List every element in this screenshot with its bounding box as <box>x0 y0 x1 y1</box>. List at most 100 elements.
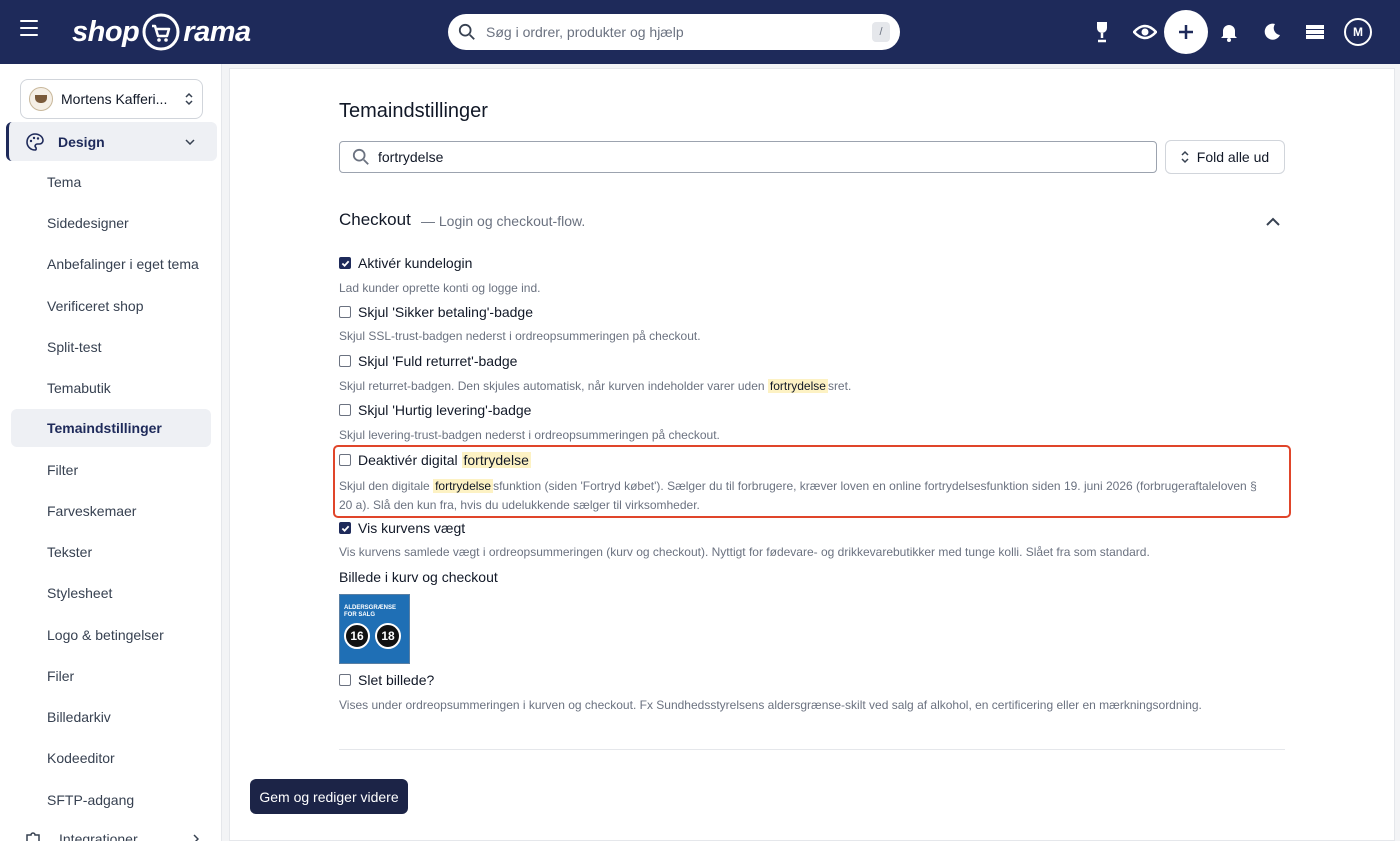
checkbox-hide-full-return[interactable] <box>339 355 351 367</box>
sidebar-item-farveskemaer[interactable]: Farveskemaer <box>11 492 211 530</box>
updown-chevron-icon <box>185 92 193 106</box>
section-subtitle: — Login og checkout-flow. <box>421 213 586 229</box>
sidebar: Mortens Kafferi... Design Tema Sidedesig… <box>0 64 222 841</box>
age-badge-18: 18 <box>375 623 401 649</box>
option-customer-login: Aktivér kundelogin <box>339 255 472 271</box>
image-field-label: Billede i kurv og checkout <box>339 569 498 585</box>
option-hide-fast-delivery: Skjul 'Hurtig levering'-badge <box>339 402 531 418</box>
sidebar-item-tekster[interactable]: Tekster <box>11 533 211 571</box>
option-label: Aktivér kundelogin <box>358 255 473 271</box>
age-badge-16: 16 <box>344 623 370 649</box>
section-title: Checkout <box>339 210 411 229</box>
divider <box>339 749 1285 750</box>
top-bar: shop rama Søg i ordrer, produkter og hjæ… <box>0 0 1400 64</box>
check-icon <box>341 525 349 532</box>
hamburger-icon[interactable] <box>20 20 44 44</box>
option-show-cart-weight: Vis kurvens vægt <box>339 520 465 536</box>
search-match: fortrydelse <box>461 452 531 468</box>
expand-icon <box>1181 150 1189 164</box>
plus-icon[interactable] <box>1164 10 1208 54</box>
option-label: Skjul 'Fuld returret'-badge <box>358 353 518 369</box>
help-text: Skjul den digitale <box>339 479 434 493</box>
image-thumbnail[interactable]: ALDERSGRÆNSE FOR SALG 16 18 <box>339 594 410 664</box>
sidebar-item-split-test[interactable]: Split-test <box>11 328 211 366</box>
chevron-up-icon[interactable] <box>1264 213 1282 231</box>
shop-logo[interactable]: shop rama <box>72 10 251 54</box>
sidebar-section-integrationer[interactable]: Integrationer <box>24 824 199 841</box>
logo-text-left: shop <box>72 15 140 48</box>
fold-all-button[interactable]: Fold alle ud <box>1165 140 1285 174</box>
thumbnail-caption: ALDERSGRÆNSE FOR SALG <box>344 605 397 618</box>
search-shortcut: / <box>872 22 890 42</box>
sidebar-item-filter[interactable]: Filter <box>11 451 211 489</box>
checkbox-disable-digital-withdrawal[interactable] <box>339 454 351 466</box>
option-disable-digital-withdrawal: Deaktivér digital fortrydelse <box>339 452 531 468</box>
option-help: Vises under ordreopsummeringen i kurven … <box>339 698 1202 712</box>
eye-icon[interactable] <box>1123 10 1167 54</box>
shop-avatar <box>29 87 53 111</box>
option-label: Skjul 'Sikker betaling'-badge <box>358 304 533 320</box>
avatar: M <box>1344 18 1372 46</box>
cart-logo-icon <box>142 13 180 51</box>
stack-icon[interactable] <box>1293 10 1337 54</box>
sidebar-item-kodeeditor[interactable]: Kodeeditor <box>11 739 211 777</box>
sidebar-section-label: Integrationer <box>59 831 138 841</box>
option-help: Skjul returret-badgen. Den skjules autom… <box>339 379 851 393</box>
trophy-icon[interactable] <box>1080 10 1124 54</box>
option-label: Skjul 'Hurtig levering'-badge <box>358 402 532 418</box>
option-delete-image: Slet billede? <box>339 672 434 688</box>
filter-value: fortrydelse <box>378 149 444 165</box>
sidebar-item-sidedesigner[interactable]: Sidedesigner <box>11 204 211 242</box>
help-text: 20 a). Slå den kun fra, hvis du udelukke… <box>339 498 700 512</box>
option-hide-full-return: Skjul 'Fuld returret'-badge <box>339 353 517 369</box>
sidebar-item-tema[interactable]: Tema <box>11 163 211 201</box>
bell-icon[interactable] <box>1207 10 1251 54</box>
global-search-input[interactable]: Søg i ordrer, produkter og hjælp / <box>448 14 900 50</box>
search-placeholder: Søg i ordrer, produkter og hjælp <box>486 24 684 40</box>
search-match: fortrydelse <box>433 479 494 493</box>
save-and-continue-button[interactable]: Gem og rediger videre <box>250 779 408 814</box>
sidebar-item-anbefalinger[interactable]: Anbefalinger i eget tema <box>11 245 211 283</box>
option-help: Skjul levering-trust-badgen nederst i or… <box>339 428 720 442</box>
check-icon <box>341 260 349 267</box>
shop-selector[interactable]: Mortens Kafferi... <box>20 79 203 119</box>
checkbox-hide-secure-payment[interactable] <box>339 306 351 318</box>
sidebar-item-filer[interactable]: Filer <box>11 657 211 695</box>
checkbox-delete-image[interactable] <box>339 674 351 686</box>
sidebar-section-design[interactable]: Design <box>6 122 217 161</box>
help-text: sret. <box>827 379 852 393</box>
moon-icon[interactable] <box>1250 10 1294 54</box>
chevron-right-icon <box>193 834 199 841</box>
account-button[interactable]: M <box>1336 10 1380 54</box>
search-match: fortrydelse <box>767 379 828 393</box>
shop-name: Mortens Kafferi... <box>61 91 168 107</box>
sidebar-item-stylesheet[interactable]: Stylesheet <box>11 574 211 612</box>
help-text: sfunktion (siden 'Fortryd købet'). Sælge… <box>493 479 1257 493</box>
palette-icon <box>26 132 44 151</box>
sidebar-item-sftp-adgang[interactable]: SFTP-adgang <box>11 781 211 819</box>
fold-all-label: Fold alle ud <box>1196 149 1270 165</box>
sidebar-item-logo-betingelser[interactable]: Logo & betingelser <box>11 616 211 654</box>
settings-filter-input[interactable]: fortrydelse <box>339 141 1157 173</box>
sidebar-item-billedarkiv[interactable]: Billedarkiv <box>11 698 211 736</box>
checkbox-customer-login[interactable] <box>339 257 351 269</box>
checkbox-show-cart-weight[interactable] <box>339 522 351 534</box>
search-icon <box>458 23 475 40</box>
chevron-down-icon <box>185 138 195 145</box>
puzzle-icon <box>26 832 40 841</box>
option-hide-secure-payment: Skjul 'Sikker betaling'-badge <box>339 304 533 320</box>
page-title: Temaindstillinger <box>339 100 488 122</box>
option-help: Skjul den digitale fortrydelse sfunktion … <box>339 477 1284 515</box>
option-help: Skjul SSL-trust-badgen nederst i ordreop… <box>339 329 701 343</box>
checkbox-hide-fast-delivery[interactable] <box>339 404 351 416</box>
sidebar-item-verificeret-shop[interactable]: Verificeret shop <box>11 287 211 325</box>
option-label: Deaktivér digital <box>358 452 462 468</box>
sidebar-item-temaindstillinger[interactable]: Temaindstillinger <box>11 409 211 447</box>
sidebar-item-temabutik[interactable]: Temabutik <box>11 369 211 407</box>
option-help: Vis kurvens samlede vægt i ordreopsummer… <box>339 545 1150 559</box>
sidebar-section-label: Design <box>58 133 105 150</box>
logo-text-right: rama <box>183 15 251 48</box>
search-icon <box>352 148 369 165</box>
option-label: Vis kurvens vægt <box>358 520 466 536</box>
option-help: Lad kunder oprette konti og logge ind. <box>339 281 541 295</box>
